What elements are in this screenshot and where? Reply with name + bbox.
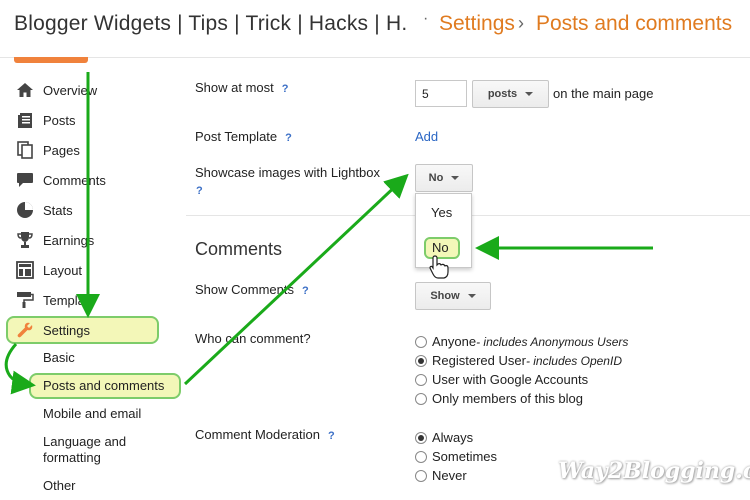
post-template-row: Post Template?	[195, 129, 292, 144]
wrench-icon	[14, 321, 36, 339]
radio-button[interactable]	[415, 373, 427, 386]
new-post-tab-edge[interactable]	[14, 57, 88, 63]
help-icon[interactable]: ?	[285, 132, 292, 144]
radio-members-only[interactable]: Only members of this blog	[415, 391, 583, 406]
sidebar-item-posts[interactable]: Posts	[14, 108, 76, 132]
sidebar-item-label: Template	[43, 292, 96, 308]
post-template-add-link[interactable]: Add	[415, 129, 438, 144]
main-page-text: on the main page	[553, 86, 654, 101]
watermark: Way2Blogging.org	[558, 458, 750, 484]
lightbox-dropdown-menu: Yes No	[415, 193, 472, 268]
comments-section-title: Comments	[195, 239, 283, 259]
dropdown-option-no[interactable]: No	[432, 240, 449, 255]
sidebar-subitem-mobile-and-email[interactable]: Mobile and email	[43, 406, 141, 422]
comment-moderation-label: Comment Moderation	[195, 427, 320, 442]
dropdown-option-yes[interactable]: Yes	[431, 205, 452, 220]
posts-icon	[14, 111, 36, 129]
breadcrumb-separator: ›	[518, 13, 524, 33]
radio-label: Always	[432, 430, 474, 445]
posts-unit-value: posts	[487, 88, 518, 100]
sidebar-item-earnings[interactable]: Earnings	[14, 228, 94, 252]
pages-icon	[14, 141, 36, 159]
radio-button-selected[interactable]	[415, 354, 427, 367]
trophy-icon	[14, 231, 36, 249]
radio-moderation-never[interactable]: Never	[415, 468, 467, 483]
radio-anyone[interactable]: Anyone - includes Anonymous Users	[415, 334, 628, 349]
sidebar-item-label: Comments	[43, 172, 106, 188]
help-icon[interactable]: ?	[196, 185, 203, 197]
breadcrumb-current: Posts and comments	[536, 12, 733, 35]
radio-label: Anyone	[432, 334, 477, 349]
sidebar-item-label: Overview	[43, 82, 98, 98]
radio-button[interactable]	[415, 469, 427, 482]
radio-sublabel: - includes Anonymous Users	[476, 334, 629, 349]
home-icon	[14, 81, 36, 99]
radio-registered-user[interactable]: Registered User - includes OpenID	[415, 353, 622, 368]
sidebar-item-pages[interactable]: Pages	[14, 138, 80, 162]
sidebar-subitem-language-and-formatting[interactable]: Language and formatting	[43, 434, 143, 466]
comment-moderation-row: Comment Moderation?	[195, 427, 335, 442]
radio-label: Registered User	[432, 353, 526, 368]
lightbox-value: No	[428, 172, 444, 184]
arrow-curve-to-posts-and-comments	[4, 343, 36, 395]
sidebar-item-overview[interactable]: Overview	[14, 78, 97, 102]
layout-icon	[14, 261, 36, 279]
sidebar-item-label: Pages	[43, 142, 80, 158]
comments-icon	[14, 171, 36, 189]
show-comments-select[interactable]: Show	[415, 282, 491, 310]
radio-button[interactable]	[415, 450, 427, 463]
lightbox-select[interactable]: No	[415, 164, 473, 192]
header-dot: ·	[423, 10, 429, 27]
sidebar-item-label: Layout	[43, 262, 83, 278]
show-comments-label: Show Comments	[195, 282, 294, 297]
help-icon[interactable]: ?	[328, 430, 335, 442]
annotation-overlay	[4, 72, 653, 395]
show-comments-row: Show Comments?	[195, 282, 309, 297]
radio-moderation-sometimes[interactable]: Sometimes	[415, 449, 497, 464]
sidebar-item-settings[interactable]: Settings	[14, 318, 90, 342]
post-template-label: Post Template	[195, 129, 278, 144]
sidebar-item-stats[interactable]: Stats	[14, 198, 73, 222]
show-at-most-label: Show at most	[195, 80, 274, 95]
lightbox-label: Showcase images with Lightbox	[195, 165, 380, 180]
sidebar-subitem-other[interactable]: Other	[43, 478, 76, 494]
sidebar-item-label: Settings	[43, 322, 90, 338]
show-at-most-row: Show at most?	[195, 80, 289, 95]
radio-moderation-always[interactable]: Always	[415, 430, 473, 445]
blog-title[interactable]: Blogger Widgets | Tips | Trick | Hacks |…	[14, 12, 409, 36]
sidebar-item-label: Posts	[43, 112, 76, 128]
radio-button-selected[interactable]	[415, 431, 427, 444]
lightbox-help-row: ?	[188, 182, 203, 197]
sidebar-subitem-posts-and-comments[interactable]: Posts and comments	[43, 378, 164, 394]
who-can-comment-label: Who can comment?	[195, 331, 311, 346]
breadcrumb-settings[interactable]: Settings	[439, 12, 515, 36]
sidebar-item-label: Stats	[43, 202, 73, 218]
radio-google-accounts[interactable]: User with Google Accounts	[415, 372, 588, 387]
top-header: Blogger Widgets | Tips | Trick | Hacks |…	[0, 0, 750, 58]
show-comments-value: Show	[430, 290, 460, 302]
posts-unit-select[interactable]: posts	[472, 80, 549, 108]
radio-label: Only members of this blog	[432, 391, 584, 406]
chevron-down-icon	[451, 176, 460, 180]
radio-button[interactable]	[415, 392, 427, 405]
radio-label: Never	[432, 468, 467, 483]
help-icon[interactable]: ?	[282, 83, 289, 95]
radio-label: User with Google Accounts	[432, 372, 589, 387]
sidebar-subitem-basic[interactable]: Basic	[43, 350, 75, 366]
radio-button[interactable]	[415, 335, 427, 348]
help-icon[interactable]: ?	[302, 285, 309, 297]
chevron-down-icon	[525, 92, 534, 96]
show-at-most-input[interactable]: 5	[415, 80, 467, 107]
sidebar-item-layout[interactable]: Layout	[14, 258, 82, 282]
template-icon	[14, 291, 36, 309]
chevron-down-icon	[467, 294, 476, 298]
radio-label: Sometimes	[432, 449, 498, 464]
radio-sublabel: - includes OpenID	[525, 353, 622, 368]
sidebar-item-label: Earnings	[43, 232, 95, 248]
sidebar-item-template[interactable]: Template	[14, 288, 96, 312]
sidebar-item-comments[interactable]: Comments	[14, 168, 106, 192]
stats-icon	[14, 201, 36, 219]
